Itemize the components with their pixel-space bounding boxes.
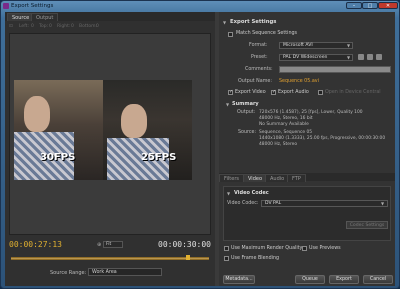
export-audio-checkbox[interactable]: [271, 89, 276, 95]
metadata-button[interactable]: Metadata...: [223, 275, 255, 284]
export-video-checkbox[interactable]: [228, 89, 233, 95]
timeline-scrubber[interactable]: [11, 255, 209, 261]
format-label: Format:: [249, 43, 268, 48]
summary-source-label: Source:: [238, 130, 257, 135]
match-sequence-checkbox[interactable]: [228, 32, 233, 37]
crop-top-value[interactable]: 0: [49, 24, 52, 29]
summary-output-line-1: 720x576 (1.4587), 25 [fps], Lower, Quali…: [259, 110, 363, 115]
window-title: Export Settings: [11, 3, 54, 9]
close-button[interactable]: ✕: [378, 2, 398, 9]
video-preview: 30FPS 25FPS: [14, 80, 192, 180]
export-video-label: Export Video: [235, 90, 266, 95]
device-central-label: Open in Device Central: [325, 90, 381, 95]
maximize-button[interactable]: □: [362, 2, 378, 9]
codec-settings-button[interactable]: Codec Settings: [346, 221, 388, 229]
video-codec-label: Video Codec:: [227, 201, 259, 206]
summary-output-label: Output:: [237, 110, 256, 115]
tab-output[interactable]: Output: [31, 13, 59, 21]
comments-label: Comments:: [245, 67, 273, 72]
export-button[interactable]: Export: [329, 275, 359, 284]
summary-source-line-1: Sequence, Sequence 05: [259, 130, 313, 135]
app-icon: [3, 3, 9, 9]
match-sequence-label: Match Sequence Settings: [236, 31, 298, 36]
use-previews-label: Use Previews: [309, 246, 341, 251]
video-codec-heading: Video Codec: [234, 190, 269, 196]
preview-tabs: Source Output: [5, 12, 215, 21]
tab-audio[interactable]: Audio: [265, 174, 290, 182]
max-render-checkbox[interactable]: [224, 246, 229, 251]
queue-button[interactable]: Queue: [295, 275, 325, 284]
preset-chevron-icon: ▼: [347, 55, 351, 60]
tab-filters[interactable]: Filters: [219, 174, 244, 182]
format-dropdown[interactable]: Microsoft AVI: [279, 42, 353, 49]
format-chevron-icon: ▼: [347, 43, 351, 48]
crop-toolbar: ⊡ Left: 0 Top: 0 Right: 0 Bottom: 0: [9, 23, 211, 31]
comments-field[interactable]: [279, 66, 391, 73]
preset-dropdown[interactable]: PAL DV Widescreen: [279, 54, 353, 61]
cancel-button[interactable]: Cancel: [363, 275, 393, 284]
fps-overlay-right: 25FPS: [141, 152, 177, 163]
tab-video[interactable]: Video: [243, 174, 268, 182]
source-range-dropdown[interactable]: Work Area: [88, 268, 162, 276]
output-name-label: Output Name:: [238, 79, 272, 84]
crop-bottom-label: Bottom:: [79, 24, 98, 29]
video-codec-chevron-icon: ▼: [381, 201, 385, 206]
zoom-icon: ⊕: [97, 242, 102, 248]
export-audio-label: Export Audio: [278, 90, 309, 95]
video-frame-right: 25FPS: [103, 80, 192, 180]
crop-right-value[interactable]: 0: [71, 24, 74, 29]
tab-ftp[interactable]: FTP: [287, 174, 306, 182]
crop-right-label: Right:: [57, 24, 71, 29]
fps-overlay-left: 30FPS: [40, 152, 76, 163]
export-settings-window: Export Settings – □ ✕ Source Output ⊡ Le…: [0, 0, 400, 289]
export-settings-heading: Export Settings: [230, 19, 277, 25]
device-central-checkbox[interactable]: [318, 90, 323, 95]
summary-source-line-3: 48000 Hz, Stereo: [259, 142, 298, 147]
dialog-client: Source Output ⊡ Left: 0 Top: 0 Right: 0 …: [5, 12, 395, 286]
frame-blending-label: Use Frame Blending: [231, 256, 280, 261]
crop-icon[interactable]: ⊡: [9, 24, 13, 29]
crop-left-value[interactable]: 0: [31, 24, 34, 29]
crop-left-label: Left:: [19, 24, 29, 29]
save-preset-icon[interactable]: [358, 54, 364, 60]
crop-top-label: Top:: [39, 24, 49, 29]
summary-output-line-2: 48000 Hz, Stereo, 16 bit: [259, 116, 313, 121]
timecode-row: 00:00:27:13 ⊕ Fit 00:00:30:00: [9, 240, 211, 250]
output-name-link[interactable]: Sequence 05.avi: [279, 79, 319, 84]
title-bar[interactable]: Export Settings – □ ✕: [1, 1, 399, 11]
summary-heading: Summary: [232, 101, 259, 107]
preset-label: Preset:: [251, 55, 268, 60]
max-render-label: Use Maximum Render Quality: [231, 246, 303, 251]
person-head-left: [24, 96, 50, 132]
collapse-summary-icon[interactable]: ▼: [226, 102, 229, 107]
timecode-current[interactable]: 00:00:27:13: [9, 240, 62, 249]
settings-panel: ▼ Export Settings Match Sequence Setting…: [219, 12, 395, 286]
import-preset-icon[interactable]: [367, 54, 373, 60]
fit-dropdown[interactable]: Fit: [103, 241, 123, 248]
video-frame-left: 30FPS: [14, 80, 103, 180]
playhead[interactable]: [186, 255, 190, 260]
crop-bottom-value[interactable]: 0: [96, 24, 99, 29]
video-codec-dropdown[interactable]: DV PAL: [261, 200, 388, 207]
source-range-label: Source Range:: [50, 270, 87, 276]
delete-preset-icon[interactable]: [376, 54, 382, 60]
minimize-button[interactable]: –: [346, 2, 362, 9]
summary-source-line-2: 1440x1080 (1.3333), 25.00 fps, Progressi…: [259, 136, 386, 141]
frame-blending-checkbox[interactable]: [224, 256, 229, 261]
collapse-export-icon[interactable]: ▼: [223, 20, 226, 25]
use-previews-checkbox[interactable]: [302, 246, 307, 251]
work-area-bar[interactable]: [11, 257, 209, 260]
timecode-duration: 00:00:30:00: [158, 240, 211, 249]
settings-tabs: Filters Video Audio FTP: [219, 173, 395, 182]
collapse-codec-icon[interactable]: ▼: [227, 191, 230, 196]
person-head-right: [121, 104, 147, 138]
summary-output-line-3: No Summary Available: [259, 122, 309, 127]
preview-panel: Source Output ⊡ Left: 0 Top: 0 Right: 0 …: [5, 12, 215, 286]
